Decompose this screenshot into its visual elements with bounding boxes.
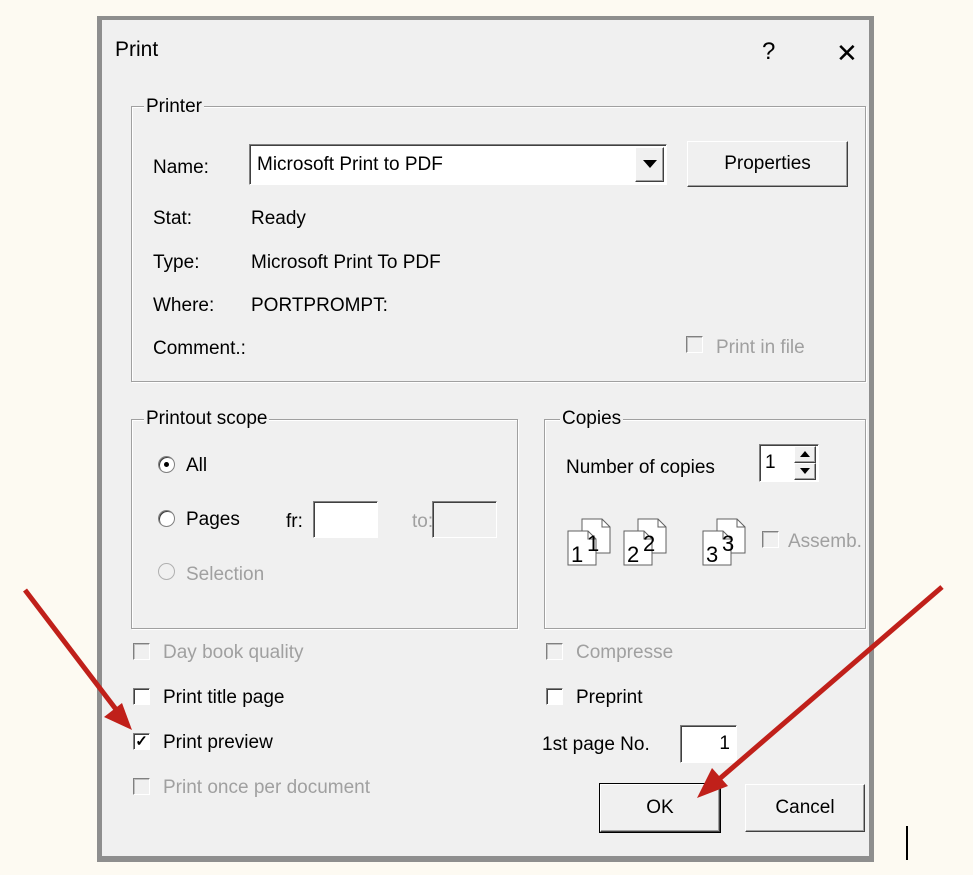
arrow-to-print-preview — [23, 588, 132, 730]
arrow-to-ok-button — [697, 585, 944, 798]
annotation-arrows — [23, 585, 944, 798]
